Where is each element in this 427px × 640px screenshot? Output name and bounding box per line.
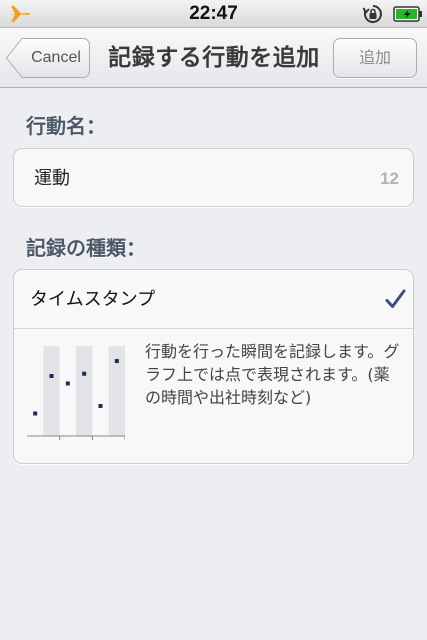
name-section-header: 行動名： (26, 114, 106, 138)
type-section-header: 記録の種類： (26, 236, 146, 260)
chart-point (65, 381, 70, 386)
timestamp-sample-chart (27, 346, 125, 440)
chart-band (43, 346, 60, 436)
activity-name-field[interactable]: 運動 12 (13, 148, 414, 207)
remaining-char-count: 12 (380, 169, 399, 188)
battery-charging-icon (393, 6, 422, 22)
record-type-card: タイムスタンプ 行動を行った瞬間を記録します。グラフ上では点で表現されます。(薬… (13, 269, 414, 464)
page-title: 記録する行動を追加 (108, 45, 320, 71)
status-bar: 22:47 (0, 0, 427, 28)
activity-name-value[interactable]: 運動 (34, 149, 70, 208)
type-option-timestamp[interactable]: タイムスタンプ (14, 270, 413, 329)
chart-point (49, 374, 54, 378)
type-option-label: タイムスタンプ (30, 289, 156, 310)
cancel-button-label: Cancel (31, 49, 81, 66)
add-button[interactable]: 追加 (333, 38, 417, 78)
chart-point (82, 371, 87, 376)
orientation-lock-icon (362, 5, 382, 23)
chart-point (114, 359, 119, 363)
type-description: 行動を行った瞬間を記録します。グラフ上では点で表現されます。(薬の時間や出社時刻… (145, 342, 400, 407)
navigation-bar: Cancel 記録する行動を追加 追加 (0, 28, 427, 88)
chart-point (33, 411, 38, 416)
chart-point (98, 404, 103, 408)
chart-band (76, 346, 93, 436)
cancel-button[interactable]: Cancel (6, 38, 90, 78)
checkmark-icon (385, 289, 406, 308)
